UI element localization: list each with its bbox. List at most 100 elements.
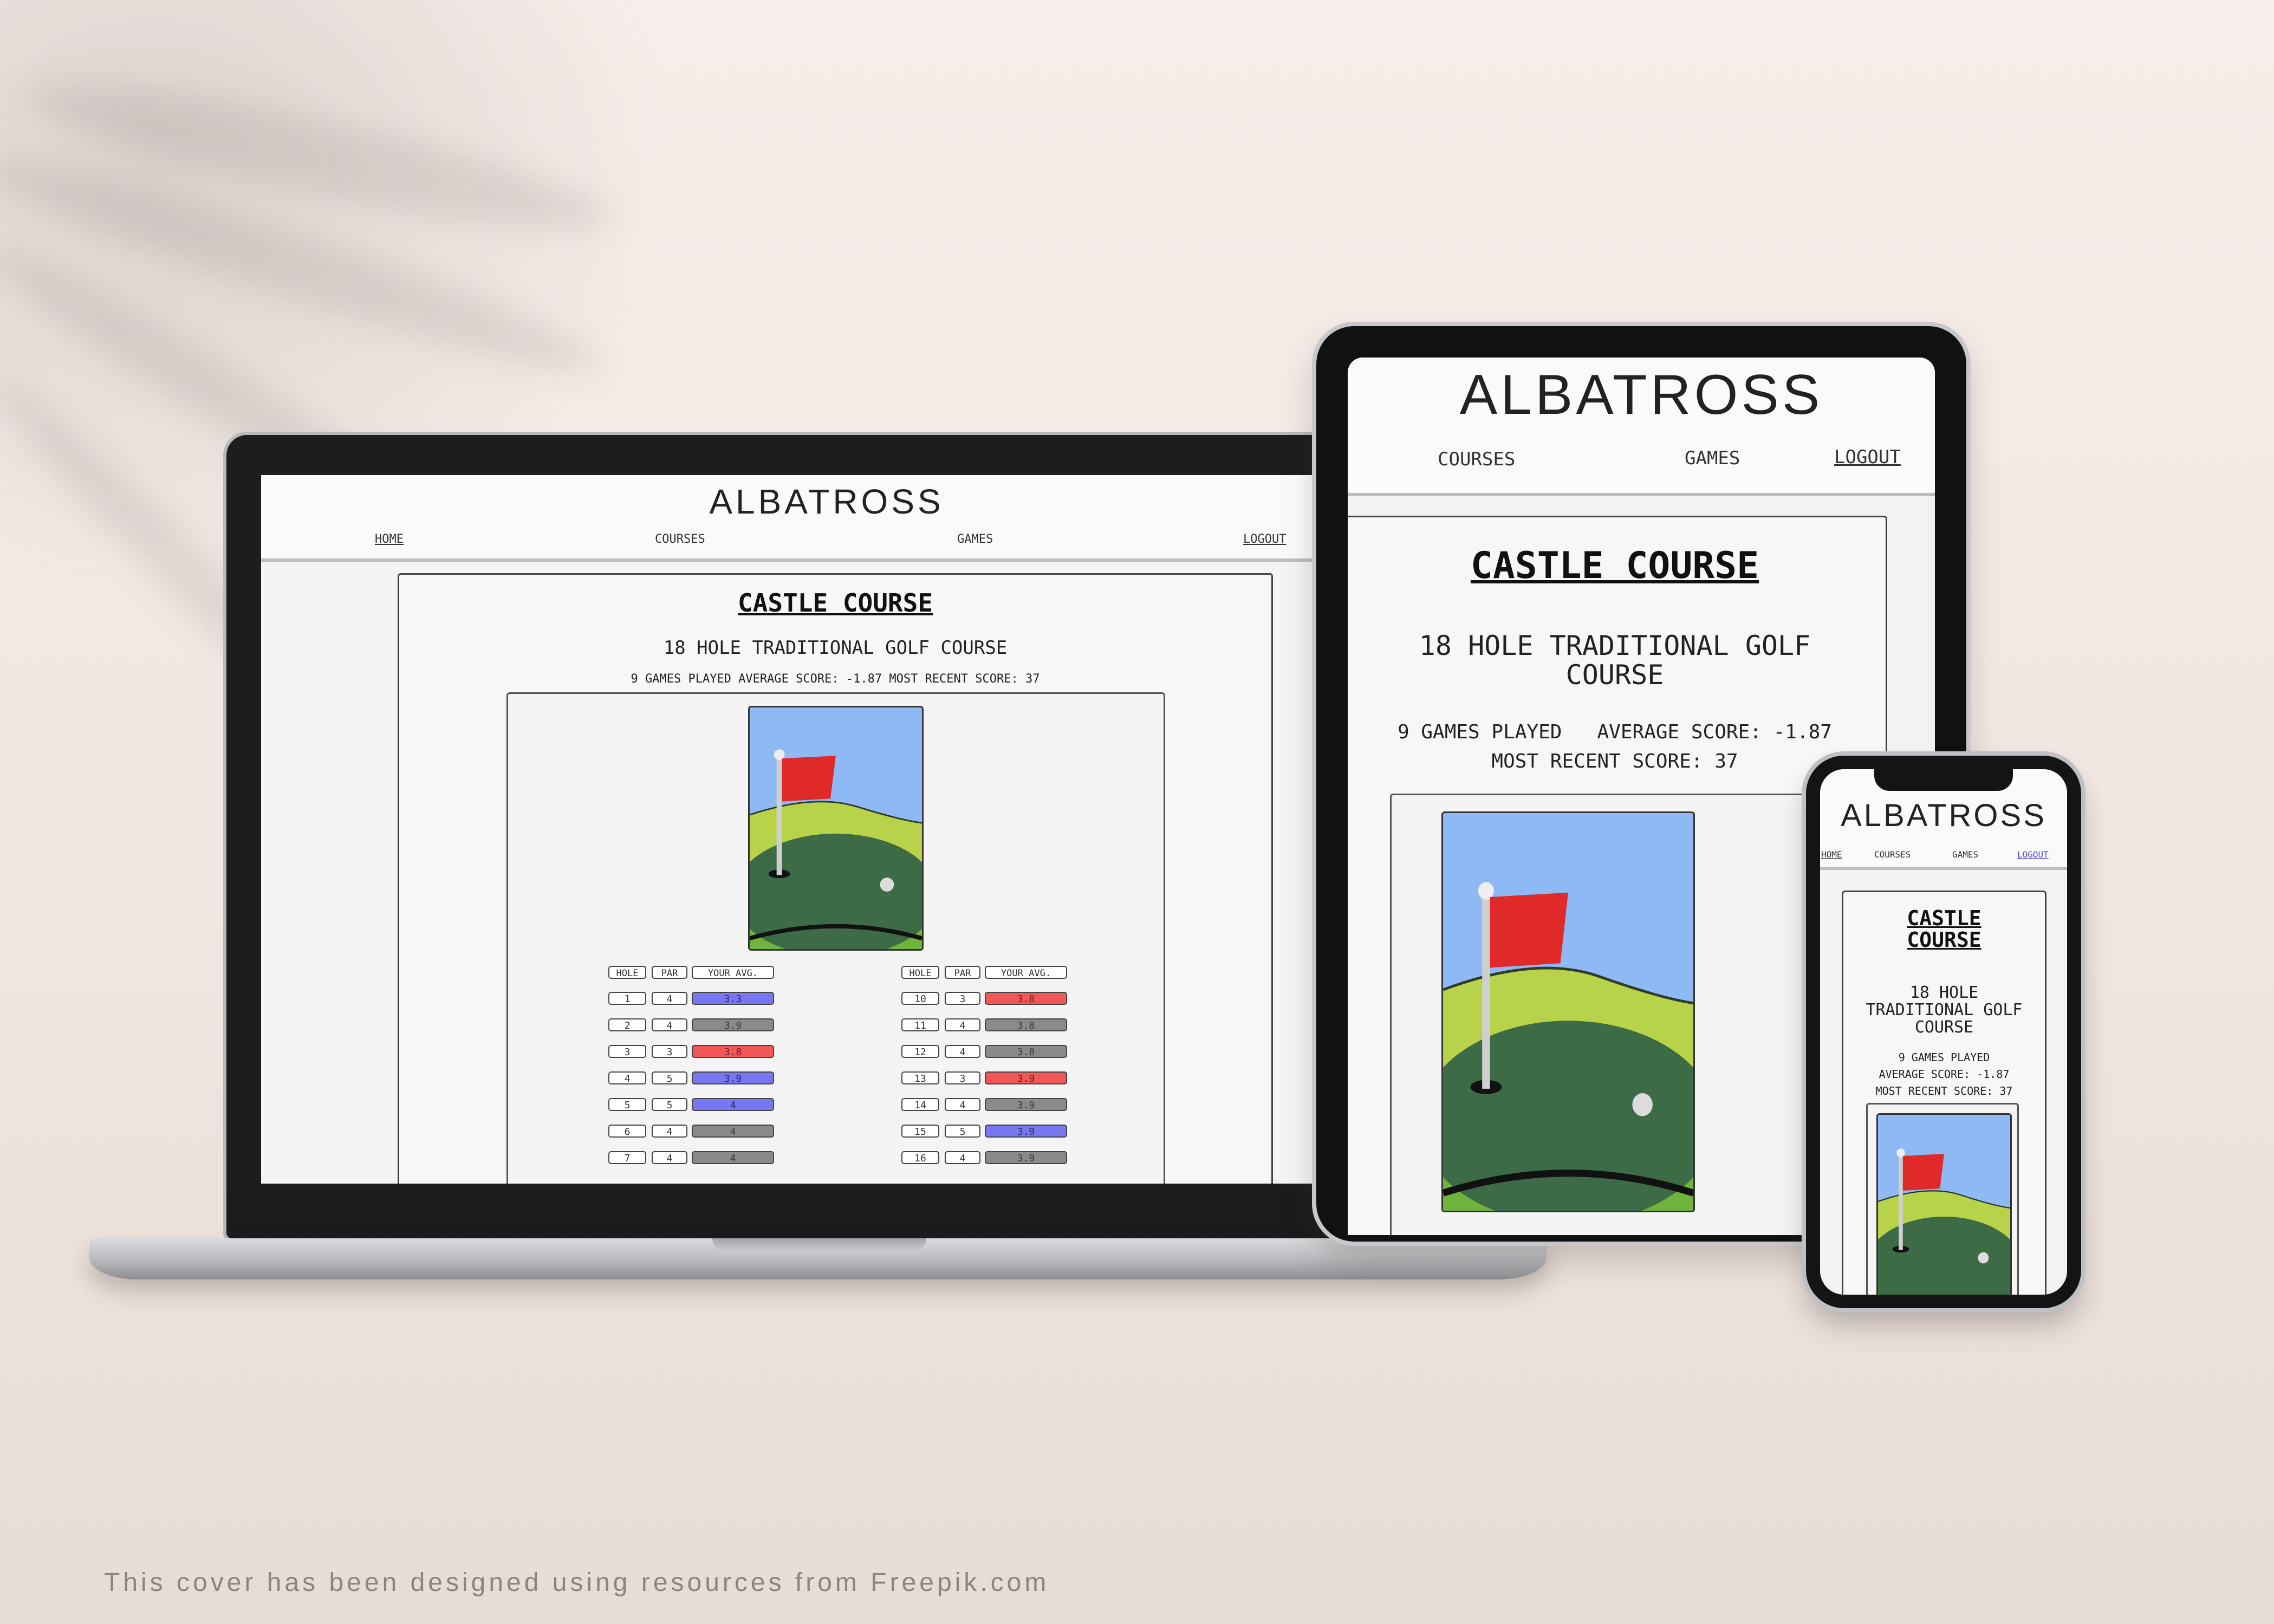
hole-cell: 7 xyxy=(608,1151,646,1164)
recent-score: Most Recent Score: 37 xyxy=(889,672,1040,686)
nav-courses[interactable]: Courses xyxy=(655,532,705,546)
site-logo: ALBATROSS xyxy=(1841,798,2046,833)
course-stats: 9 Games Played Average Score: -1.87 Most… xyxy=(399,672,1271,686)
course-detail-panel xyxy=(1866,1103,2019,1295)
par-cell: 4 xyxy=(652,992,687,1005)
hole-cell: 3 xyxy=(608,1045,646,1058)
avg-cell: 3.8 xyxy=(985,992,1067,1005)
par-cell: 5 xyxy=(652,1098,687,1111)
nav-games[interactable]: Games xyxy=(957,532,993,546)
golf-course-image xyxy=(748,706,924,951)
par-cell: 3 xyxy=(945,992,980,1005)
course-title: Castle Course xyxy=(1470,544,1759,587)
avg-cell: 3.9 xyxy=(692,1071,774,1084)
freepik-credit: This cover has been designed using resou… xyxy=(104,1568,1050,1597)
games-played: 9 Games Played xyxy=(1898,1051,1990,1064)
nav-games[interactable]: Games xyxy=(1685,447,1740,469)
avg-cell: 3.9 xyxy=(985,1098,1067,1111)
avg-cell: 3.8 xyxy=(985,1018,1067,1031)
hole-cell: 6 xyxy=(608,1125,646,1138)
site-header: ALBATROSS Home Courses Games Logout xyxy=(261,475,1392,562)
hole-cell: 4 xyxy=(608,1071,646,1084)
average-score: Average Score: -1.87 xyxy=(1879,1068,2010,1081)
nav-logout[interactable]: Logout xyxy=(2017,849,2049,860)
hole-cell: 15 xyxy=(901,1125,939,1138)
golf-course-image xyxy=(1441,811,1695,1212)
site-logo: ALBATROSS xyxy=(709,482,944,521)
nav-courses[interactable]: Courses xyxy=(1874,849,1911,860)
course-detail-panel: Hole Par Your Avg. 1 4 3.3 2 4 3.9 3 3 3.8 4 5 3.9 5… xyxy=(506,692,1165,1184)
col-header-hole: Hole xyxy=(901,966,939,979)
average-score: Average Score: -1.87 xyxy=(738,672,882,686)
col-header-avg: Your Avg. xyxy=(985,966,1067,979)
golf-illustration xyxy=(750,707,922,949)
col-header-avg: Your Avg. xyxy=(692,966,774,979)
avg-cell: 4 xyxy=(692,1125,774,1138)
average-score: Average Score: -1.87 xyxy=(1597,721,1832,743)
par-cell: 5 xyxy=(945,1125,980,1138)
avg-cell: 3.3 xyxy=(692,992,774,1005)
recent-score: Most Recent Score: 37 xyxy=(1491,750,1738,772)
golf-illustration xyxy=(1443,813,1693,1211)
col-header-par: Par xyxy=(652,966,687,979)
laptop-trackpad-notch xyxy=(712,1238,926,1251)
course-card: Castle Course 18 Hole Traditional Golf C… xyxy=(398,573,1273,1184)
par-cell: 3 xyxy=(652,1045,687,1058)
nav-home[interactable]: Home xyxy=(375,532,404,546)
hole-cell: 11 xyxy=(901,1018,939,1031)
hole-cell: 10 xyxy=(901,992,939,1005)
course-detail-panel xyxy=(1390,794,1805,1235)
par-cell: 4 xyxy=(945,1098,980,1111)
col-header-hole: Hole xyxy=(608,966,646,979)
laptop-bezel xyxy=(226,1192,1422,1238)
par-cell: 4 xyxy=(652,1018,687,1031)
nav-logout[interactable]: Logout xyxy=(1834,446,1901,468)
site-logo: ALBATROSS xyxy=(1459,363,1823,426)
hole-cell: 16 xyxy=(901,1151,939,1164)
avg-cell: 4 xyxy=(692,1098,774,1111)
nav-logout[interactable]: Logout xyxy=(1243,532,1286,546)
phone-notch xyxy=(1874,768,2013,791)
laptop-screen: ALBATROSS Home Courses Games Logout Cast… xyxy=(261,475,1392,1184)
course-title: Castle Course xyxy=(737,588,933,618)
avg-cell: 3.9 xyxy=(985,1125,1067,1138)
avg-cell: 4 xyxy=(692,1151,774,1164)
hole-cell: 12 xyxy=(901,1045,939,1058)
score-table-left: Hole Par Your Avg. 1 4 3.3 2 4 3.9 3 3 3.8 4 5 3.9 5… xyxy=(608,966,782,1172)
course-stats: 9 Games Played Average Score: -1.87 Most… xyxy=(1355,718,1875,776)
hole-cell: 1 xyxy=(608,992,646,1005)
course-subtitle: 18 Hole Traditional Golf Course xyxy=(1419,630,1811,691)
par-cell: 4 xyxy=(945,1151,980,1164)
par-cell: 4 xyxy=(652,1125,687,1138)
phone-screen: ALBATROSS Home Courses Games Logout Cast… xyxy=(1820,769,2067,1295)
golf-illustration xyxy=(1878,1115,2010,1295)
hole-cell: 2 xyxy=(608,1018,646,1031)
site-header: ALBATROSS Courses Games Logout xyxy=(1348,358,1935,496)
col-header-par: Par xyxy=(945,966,980,979)
recent-score: Most Recent Score: 37 xyxy=(1875,1084,2013,1097)
hole-cell: 14 xyxy=(901,1098,939,1111)
course-stats: 9 Games Played Average Score: -1.87 Most… xyxy=(1847,1049,2042,1100)
course-subtitle: 18 Hole Traditional Golf Course xyxy=(1866,983,2023,1037)
avg-cell: 3.9 xyxy=(985,1071,1067,1084)
games-played: 9 Games Played xyxy=(631,672,731,686)
golf-course-image xyxy=(1876,1113,2012,1295)
nav-games[interactable]: Games xyxy=(1952,849,1978,860)
par-cell: 4 xyxy=(652,1151,687,1164)
games-played: 9 Games Played xyxy=(1398,721,1562,743)
avg-cell: 3.8 xyxy=(692,1045,774,1058)
avg-cell: 3.9 xyxy=(692,1018,774,1031)
avg-cell: 3.8 xyxy=(985,1045,1067,1058)
avg-cell: 3.9 xyxy=(985,1151,1067,1164)
nav-courses[interactable]: Courses xyxy=(1438,449,1515,470)
hole-cell: 5 xyxy=(608,1098,646,1111)
course-subtitle: 18 Hole Traditional Golf Course xyxy=(663,637,1008,659)
par-cell: 4 xyxy=(945,1045,980,1058)
nav-home[interactable]: Home xyxy=(1821,849,1842,860)
course-card: Castle Course 18 Hole Traditional Golf C… xyxy=(1842,891,2046,1295)
par-cell: 5 xyxy=(652,1071,687,1084)
par-cell: 4 xyxy=(945,1018,980,1031)
course-title: Castle Course xyxy=(1907,906,1981,952)
hole-cell: 13 xyxy=(901,1071,939,1084)
score-table-right: Hole Par Your Avg. 10 3 3.8 11 4 3.8 12 4 3.8 13 3… xyxy=(901,966,1075,1172)
